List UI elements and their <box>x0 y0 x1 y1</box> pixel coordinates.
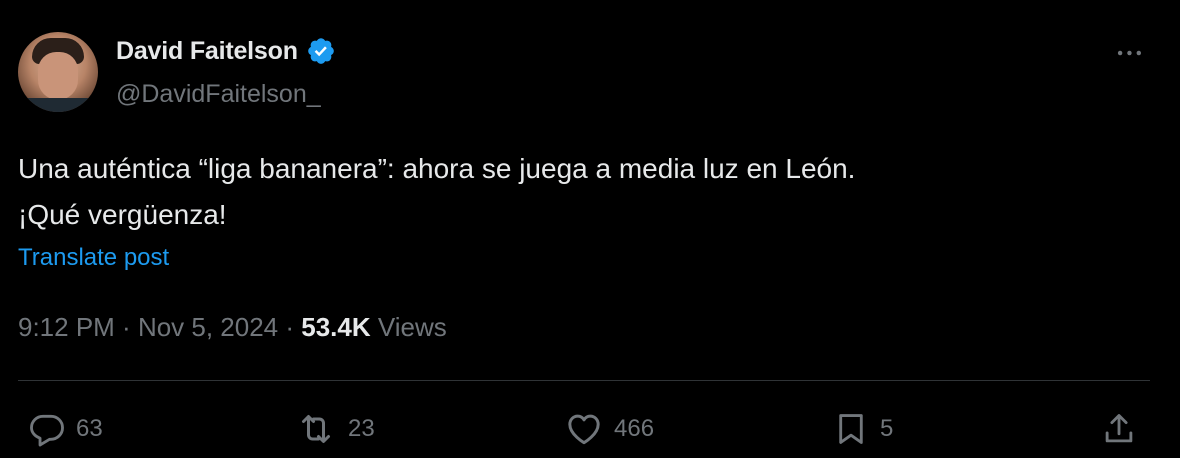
more-dots-icon[interactable] <box>1112 38 1152 68</box>
meta-separator: · <box>278 312 302 342</box>
post-date[interactable]: Nov 5, 2024 <box>138 312 278 343</box>
bookmark-button[interactable]: 5 <box>832 404 893 454</box>
meta-separator: · <box>114 312 138 342</box>
avatar[interactable] <box>18 32 98 112</box>
post-text: Una auténtica “liga bananera”: ahora se … <box>18 153 856 230</box>
bookmark-icon <box>832 408 870 450</box>
repost-count: 23 <box>348 415 375 442</box>
heart-icon <box>564 409 604 449</box>
repost-arrows-icon <box>294 409 338 449</box>
views-count[interactable]: 53.4K <box>301 312 370 343</box>
views-label: Views <box>370 312 447 342</box>
author-handle[interactable]: @DavidFaitelson_ <box>116 80 321 109</box>
translate-post-link[interactable]: Translate post <box>18 244 169 272</box>
like-button[interactable]: 466 <box>564 404 654 454</box>
post-meta: 9:12 PM · Nov 5, 2024 · 53.4K Views <box>18 312 447 343</box>
share-button[interactable] <box>1100 404 1138 454</box>
author-name-row: David Faitelson <box>116 36 336 66</box>
post-time[interactable]: 9:12 PM <box>18 312 115 343</box>
like-count: 466 <box>614 415 655 442</box>
reply-button[interactable]: 63 <box>28 404 103 454</box>
bookmark-count: 5 <box>880 415 894 442</box>
divider <box>18 380 1150 381</box>
share-upload-icon <box>1100 409 1138 449</box>
reply-bubble-icon <box>28 410 66 448</box>
verified-badge-icon[interactable] <box>306 36 336 66</box>
reply-count: 63 <box>76 415 103 442</box>
repost-button[interactable]: 23 <box>294 404 375 454</box>
author-display-name[interactable]: David Faitelson <box>116 37 298 66</box>
action-bar: 63 23 466 5 <box>0 404 1180 454</box>
